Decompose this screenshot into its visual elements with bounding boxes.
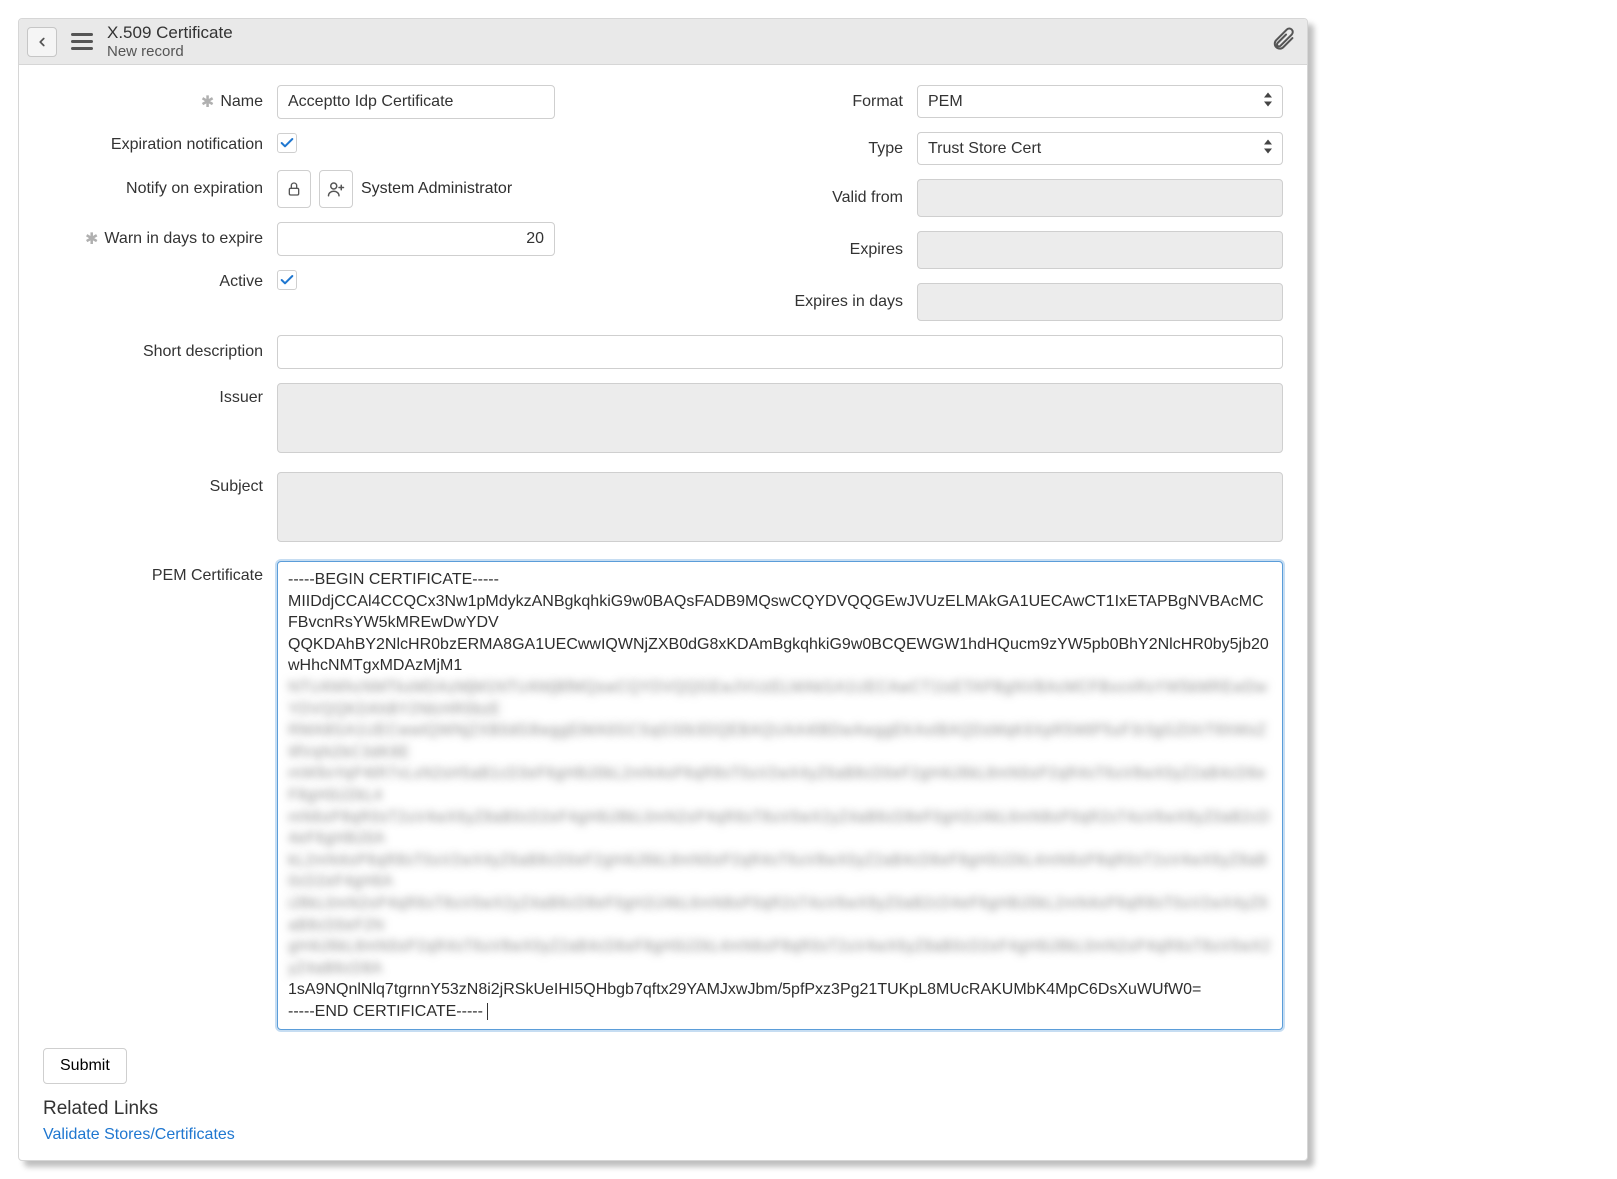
check-icon [279, 135, 295, 151]
form-body: ✱ Name Expiration notification [19, 65, 1307, 1160]
expires-in-days-label: Expires in days [795, 293, 904, 311]
issuer-textarea[interactable] [277, 383, 1283, 453]
expiration-notification-label: Expiration notification [111, 136, 263, 154]
certificate-form-window: X.509 Certificate New record ✱ Name [18, 18, 1308, 1161]
subject-label: Subject [210, 478, 263, 496]
required-icon: ✱ [85, 229, 98, 249]
titlebar: X.509 Certificate New record [19, 19, 1307, 65]
type-select[interactable]: Trust Store Cert [917, 132, 1283, 165]
validate-stores-link[interactable]: Validate Stores/Certificates [43, 1126, 235, 1143]
expires-in-days-input [917, 283, 1283, 321]
expires-label: Expires [850, 241, 903, 259]
attachment-button[interactable] [1267, 23, 1299, 60]
short-description-input[interactable] [277, 335, 1283, 369]
name-label: Name [220, 93, 263, 111]
notify-on-expiration-value: System Administrator [361, 180, 512, 198]
active-label: Active [219, 273, 263, 291]
valid-from-input [917, 179, 1283, 217]
add-user-icon [327, 180, 345, 198]
valid-from-label: Valid from [832, 189, 903, 207]
submit-button[interactable]: Submit [43, 1048, 127, 1084]
left-column: ✱ Name Expiration notification [43, 85, 643, 335]
expires-input [917, 231, 1283, 269]
notify-on-expiration-label: Notify on expiration [126, 180, 263, 198]
issuer-label: Issuer [219, 389, 263, 407]
title-block: X.509 Certificate New record [107, 23, 233, 60]
unlock-button[interactable] [277, 170, 311, 208]
warn-days-label: Warn in days to expire [104, 230, 263, 248]
warn-days-input[interactable] [277, 222, 555, 256]
short-description-label: Short description [143, 343, 263, 361]
expiration-notification-checkbox[interactable] [277, 133, 297, 153]
page-subtitle: New record [107, 43, 233, 60]
pem-certificate-textarea[interactable]: -----BEGIN CERTIFICATE----- MIIDdjCCAl4C… [277, 561, 1283, 1030]
active-checkbox[interactable] [277, 270, 297, 290]
back-button[interactable] [27, 27, 57, 57]
format-label: Format [852, 93, 903, 111]
paperclip-icon [1271, 27, 1295, 51]
menu-icon[interactable] [67, 29, 97, 54]
subject-textarea[interactable] [277, 472, 1283, 542]
pem-certificate-label: PEM Certificate [152, 567, 263, 585]
add-user-button[interactable] [319, 170, 353, 208]
chevron-left-icon [35, 35, 49, 49]
right-column: Format PEM Type Trust Store Ce [683, 85, 1283, 335]
lock-icon [286, 181, 302, 197]
page-title: X.509 Certificate [107, 23, 233, 43]
related-links-heading: Related Links [43, 1098, 1283, 1120]
check-icon [279, 272, 295, 288]
name-input[interactable] [277, 85, 555, 119]
required-icon: ✱ [201, 92, 214, 112]
format-select[interactable]: PEM [917, 85, 1283, 118]
type-label: Type [868, 140, 903, 158]
